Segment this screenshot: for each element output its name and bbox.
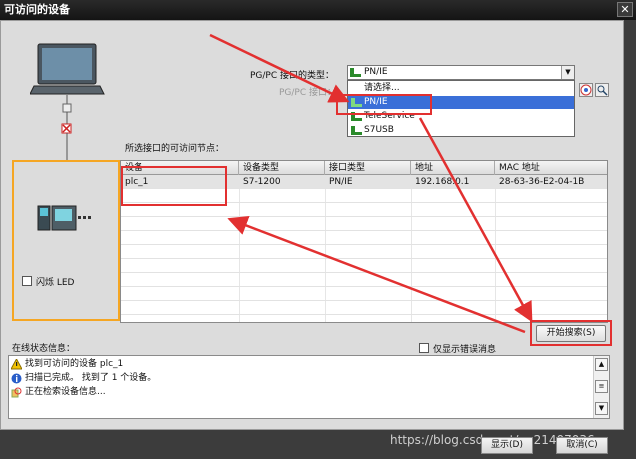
annotation-arrows [209, 33, 533, 334]
display-button[interactable]: 显示(D) [481, 437, 533, 454]
cancel-button[interactable]: 取消(C) [556, 437, 608, 454]
window-edge [624, 20, 636, 459]
accessible-devices-dialog: 可访问的设备 ✕ PG/PC 接口的类型： PG/PC 接口： PN/IE ▼ … [0, 0, 636, 459]
